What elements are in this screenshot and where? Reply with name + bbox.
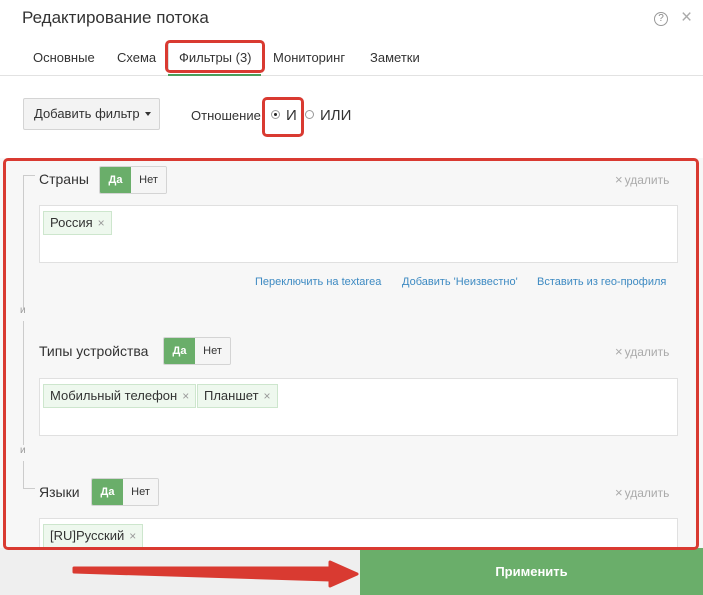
annotation-arrow <box>72 560 359 588</box>
